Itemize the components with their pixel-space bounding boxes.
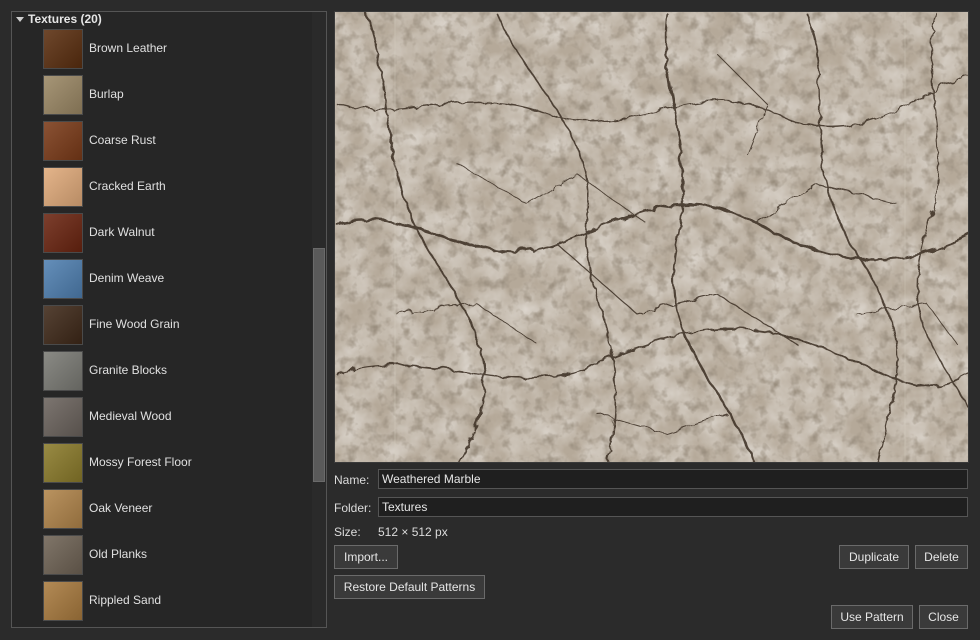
duplicate-button[interactable]: Duplicate <box>839 545 909 569</box>
name-field[interactable] <box>378 469 968 489</box>
pattern-thumbnail <box>43 167 83 207</box>
folder-label: Folder: <box>334 501 372 515</box>
pattern-list-item[interactable]: Medieval Wood <box>43 397 303 437</box>
pattern-thumbnail <box>43 29 83 69</box>
pattern-list-item[interactable]: Brown Leather <box>43 29 303 69</box>
folder-field[interactable] <box>378 497 968 517</box>
pattern-label: Oak Veneer <box>89 501 153 515</box>
pattern-label: Fine Wood Grain <box>89 317 180 331</box>
pattern-thumbnail <box>43 443 83 483</box>
pattern-thumbnail <box>43 627 83 628</box>
marble-texture-image <box>335 12 968 462</box>
pattern-label: Old Planks <box>89 547 148 561</box>
use-pattern-button[interactable]: Use Pattern <box>831 605 913 629</box>
pattern-label: Brown Leather <box>89 41 168 55</box>
pattern-preview <box>334 11 969 463</box>
pattern-thumbnail <box>43 121 83 161</box>
pattern-thumbnail <box>43 489 83 529</box>
pattern-list-item[interactable]: Rippled Sand <box>43 581 303 621</box>
pattern-list-item-partial[interactable] <box>43 627 303 628</box>
pattern-list-item[interactable]: Fine Wood Grain <box>43 305 303 345</box>
delete-button[interactable]: Delete <box>915 545 968 569</box>
pattern-label: Dark Walnut <box>89 225 155 239</box>
pattern-label: Mossy Forest Floor <box>89 455 192 469</box>
pattern-thumbnail <box>43 213 83 253</box>
folder-label: Textures (20) <box>28 12 102 26</box>
pattern-list-item[interactable]: Old Planks <box>43 535 303 575</box>
pattern-list-item[interactable]: Denim Weave <box>43 259 303 299</box>
pattern-thumbnail <box>43 259 83 299</box>
list-scrollbar[interactable] <box>312 12 326 627</box>
pattern-thumbnail <box>43 305 83 345</box>
pattern-list-item[interactable]: Granite Blocks <box>43 351 303 391</box>
pattern-list-item[interactable]: Burlap <box>43 75 303 115</box>
pattern-thumbnail <box>43 351 83 391</box>
caret-down-icon[interactable] <box>16 16 24 22</box>
name-label: Name: <box>334 473 370 487</box>
import-button[interactable]: Import... <box>334 545 398 569</box>
textures-folder-header[interactable]: Textures (20) <box>12 12 312 27</box>
pattern-browser: Textures (20) Brown Leather Burlap Coarse … <box>11 11 327 628</box>
pattern-label: Cracked Earth <box>89 179 166 193</box>
pattern-thumbnail <box>43 535 83 575</box>
pattern-label: Denim Weave <box>89 271 165 285</box>
pattern-label: Medieval Wood <box>89 409 172 423</box>
pattern-thumbnail <box>43 75 83 115</box>
pattern-label: Coarse Rust <box>89 133 156 147</box>
size-label: Size: <box>334 525 361 539</box>
scrollbar-thumb[interactable] <box>313 248 325 482</box>
pattern-list-item[interactable]: Dark Walnut <box>43 213 303 253</box>
pattern-list-item[interactable]: Mossy Forest Floor <box>43 443 303 483</box>
pattern-list-item[interactable]: Oak Veneer <box>43 489 303 529</box>
pattern-thumbnail <box>43 581 83 621</box>
pattern-list-item[interactable]: Cracked Earth <box>43 167 303 207</box>
pattern-label: Rippled Sand <box>89 593 162 607</box>
pattern-label: Granite Blocks <box>89 363 168 377</box>
pattern-label: Burlap <box>89 87 124 101</box>
pattern-thumbnail <box>43 397 83 437</box>
close-button[interactable]: Close <box>919 605 968 629</box>
restore-defaults-button[interactable]: Restore Default Patterns <box>334 575 485 599</box>
pattern-list-item[interactable]: Coarse Rust <box>43 121 303 161</box>
size-value: 512 × 512 px <box>378 525 448 539</box>
